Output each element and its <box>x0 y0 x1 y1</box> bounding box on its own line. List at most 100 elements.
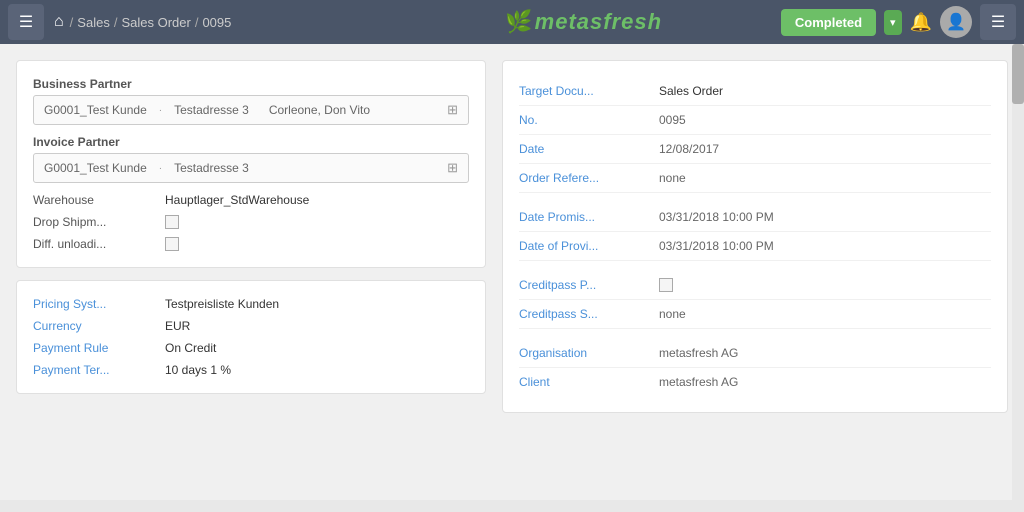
payment-rule-value: On Credit <box>165 341 469 355</box>
business-partner-group: Business Partner G0001_Test Kunde · Test… <box>33 77 469 125</box>
breadcrumb-sep3: / <box>195 15 199 30</box>
currency-row: Currency EUR <box>33 319 469 333</box>
date-provision-label: Date of Provi... <box>519 239 659 253</box>
creditpass-p-label: Creditpass P... <box>519 278 659 292</box>
payment-rule-row: Payment Rule On Credit <box>33 341 469 355</box>
breadcrumb: / Sales / Sales Order / 0095 <box>70 15 232 30</box>
payment-rule-label: Payment Rule <box>33 341 153 355</box>
ip-value-1: G0001_Test Kunde <box>40 159 151 177</box>
organisation-value: metasfresh AG <box>659 346 991 360</box>
diff-unloading-checkbox[interactable] <box>165 237 179 251</box>
warehouse-row: Warehouse Hauptlager_StdWarehouse <box>33 193 469 207</box>
logo-leaf-icon: 🌿 <box>505 9 532 35</box>
right-fields-card: Target Docu... Sales Order No. 0095 Date… <box>502 60 1008 413</box>
client-value: metasfresh AG <box>659 375 991 389</box>
breadcrumb-sales-order[interactable]: Sales Order <box>121 15 190 30</box>
order-number-row: No. 0095 <box>519 106 991 135</box>
business-partner-card: Business Partner G0001_Test Kunde · Test… <box>16 60 486 268</box>
avatar-icon: 👤 <box>946 12 966 32</box>
pricing-card: Pricing Syst... Testpreisliste Kunden Cu… <box>16 280 486 394</box>
hamburger-icon: ☰ <box>19 12 33 32</box>
bp-expand-icon[interactable]: ⊞ <box>443 100 462 120</box>
bp-sep: · <box>155 103 166 118</box>
pricing-system-label: Pricing Syst... <box>33 297 153 311</box>
spacer-1 <box>519 193 991 203</box>
date-provision-value: 03/31/2018 10:00 PM <box>659 239 991 253</box>
bp-value-3: Corleone, Don Vito <box>265 101 374 119</box>
breadcrumb-sep1: / <box>70 15 74 30</box>
status-button[interactable]: Completed <box>781 9 876 36</box>
order-reference-value: none <box>659 171 991 185</box>
organisation-row: Organisation metasfresh AG <box>519 339 991 368</box>
date-promised-row: Date Promis... 03/31/2018 10:00 PM <box>519 203 991 232</box>
target-document-label: Target Docu... <box>519 84 659 98</box>
status-dropdown-button[interactable]: ▾ <box>884 10 902 35</box>
creditpass-s-label: Creditpass S... <box>519 307 659 321</box>
header: ☰ ⌂ / Sales / Sales Order / 0095 🌿 metas… <box>0 0 1024 44</box>
invoice-partner-label: Invoice Partner <box>33 135 469 149</box>
creditpass-s-row: Creditpass S... none <box>519 300 991 329</box>
date-promised-label: Date Promis... <box>519 210 659 224</box>
ip-sep: · <box>155 161 166 176</box>
date-provision-row: Date of Provi... 03/31/2018 10:00 PM <box>519 232 991 261</box>
drop-shipment-label: Drop Shipm... <box>33 215 153 229</box>
currency-label: Currency <box>33 319 153 333</box>
pricing-system-row: Pricing Syst... Testpreisliste Kunden <box>33 297 469 311</box>
target-document-row: Target Docu... Sales Order <box>519 77 991 106</box>
client-row: Client metasfresh AG <box>519 368 991 396</box>
creditpass-p-row: Creditpass P... <box>519 271 991 300</box>
header-left: ☰ ⌂ / Sales / Sales Order / 0095 <box>8 4 386 40</box>
breadcrumb-sep2: / <box>114 15 118 30</box>
menu-icon: ☰ <box>991 12 1005 32</box>
business-partner-input[interactable]: G0001_Test Kunde · Testadresse 3 Corleon… <box>33 95 469 125</box>
app-menu-button[interactable]: ☰ <box>980 4 1016 40</box>
main-content: Business Partner G0001_Test Kunde · Test… <box>0 44 1024 512</box>
payment-term-row: Payment Ter... 10 days 1 % <box>33 363 469 377</box>
horizontal-scrollbar[interactable] <box>0 500 1012 512</box>
left-panel: Business Partner G0001_Test Kunde · Test… <box>16 60 486 496</box>
date-label: Date <box>519 142 659 156</box>
order-reference-label: Order Refere... <box>519 171 659 185</box>
diff-unloading-row: Diff. unloadi... <box>33 237 469 251</box>
client-label: Client <box>519 375 659 389</box>
drop-shipment-row: Drop Shipm... <box>33 215 469 229</box>
date-promised-value: 03/31/2018 10:00 PM <box>659 210 991 224</box>
payment-term-value: 10 days 1 % <box>165 363 469 377</box>
header-right: Completed ▾ 🔔 👤 ☰ <box>781 4 1016 40</box>
spacer-3 <box>519 329 991 339</box>
home-icon[interactable]: ⌂ <box>54 13 64 31</box>
bp-value-2: Testadresse 3 <box>170 101 253 119</box>
notification-bell-button[interactable]: 🔔 <box>910 12 932 33</box>
scrollbar-thumb[interactable] <box>1012 44 1024 104</box>
warehouse-label: Warehouse <box>33 193 153 207</box>
logo: 🌿 metasfresh <box>394 9 772 35</box>
target-document-value: Sales Order <box>659 84 991 98</box>
creditpass-p-checkbox[interactable] <box>659 278 673 292</box>
creditpass-s-value: none <box>659 307 991 321</box>
diff-unloading-label: Diff. unloadi... <box>33 237 153 251</box>
logo-text: metasfresh <box>535 9 662 35</box>
payment-term-label: Payment Ter... <box>33 363 153 377</box>
order-reference-row: Order Refere... none <box>519 164 991 193</box>
ip-expand-icon[interactable]: ⊞ <box>443 158 462 178</box>
drop-shipment-checkbox[interactable] <box>165 215 179 229</box>
date-row: Date 12/08/2017 <box>519 135 991 164</box>
invoice-partner-group: Invoice Partner G0001_Test Kunde · Testa… <box>33 135 469 183</box>
bp-value-1: G0001_Test Kunde <box>40 101 151 119</box>
order-number-label: No. <box>519 113 659 127</box>
ip-value-2: Testadresse 3 <box>170 159 253 177</box>
spacer-2 <box>519 261 991 271</box>
avatar-button[interactable]: 👤 <box>940 6 972 38</box>
breadcrumb-order-no: 0095 <box>202 15 231 30</box>
right-panel: Target Docu... Sales Order No. 0095 Date… <box>502 60 1008 496</box>
organisation-label: Organisation <box>519 346 659 360</box>
business-partner-label: Business Partner <box>33 77 469 91</box>
invoice-partner-input[interactable]: G0001_Test Kunde · Testadresse 3 ⊞ <box>33 153 469 183</box>
bell-icon: 🔔 <box>910 12 932 32</box>
pricing-system-value: Testpreisliste Kunden <box>165 297 469 311</box>
currency-value: EUR <box>165 319 469 333</box>
hamburger-button[interactable]: ☰ <box>8 4 44 40</box>
breadcrumb-sales[interactable]: Sales <box>77 15 110 30</box>
date-value: 12/08/2017 <box>659 142 991 156</box>
order-number-value: 0095 <box>659 113 991 127</box>
